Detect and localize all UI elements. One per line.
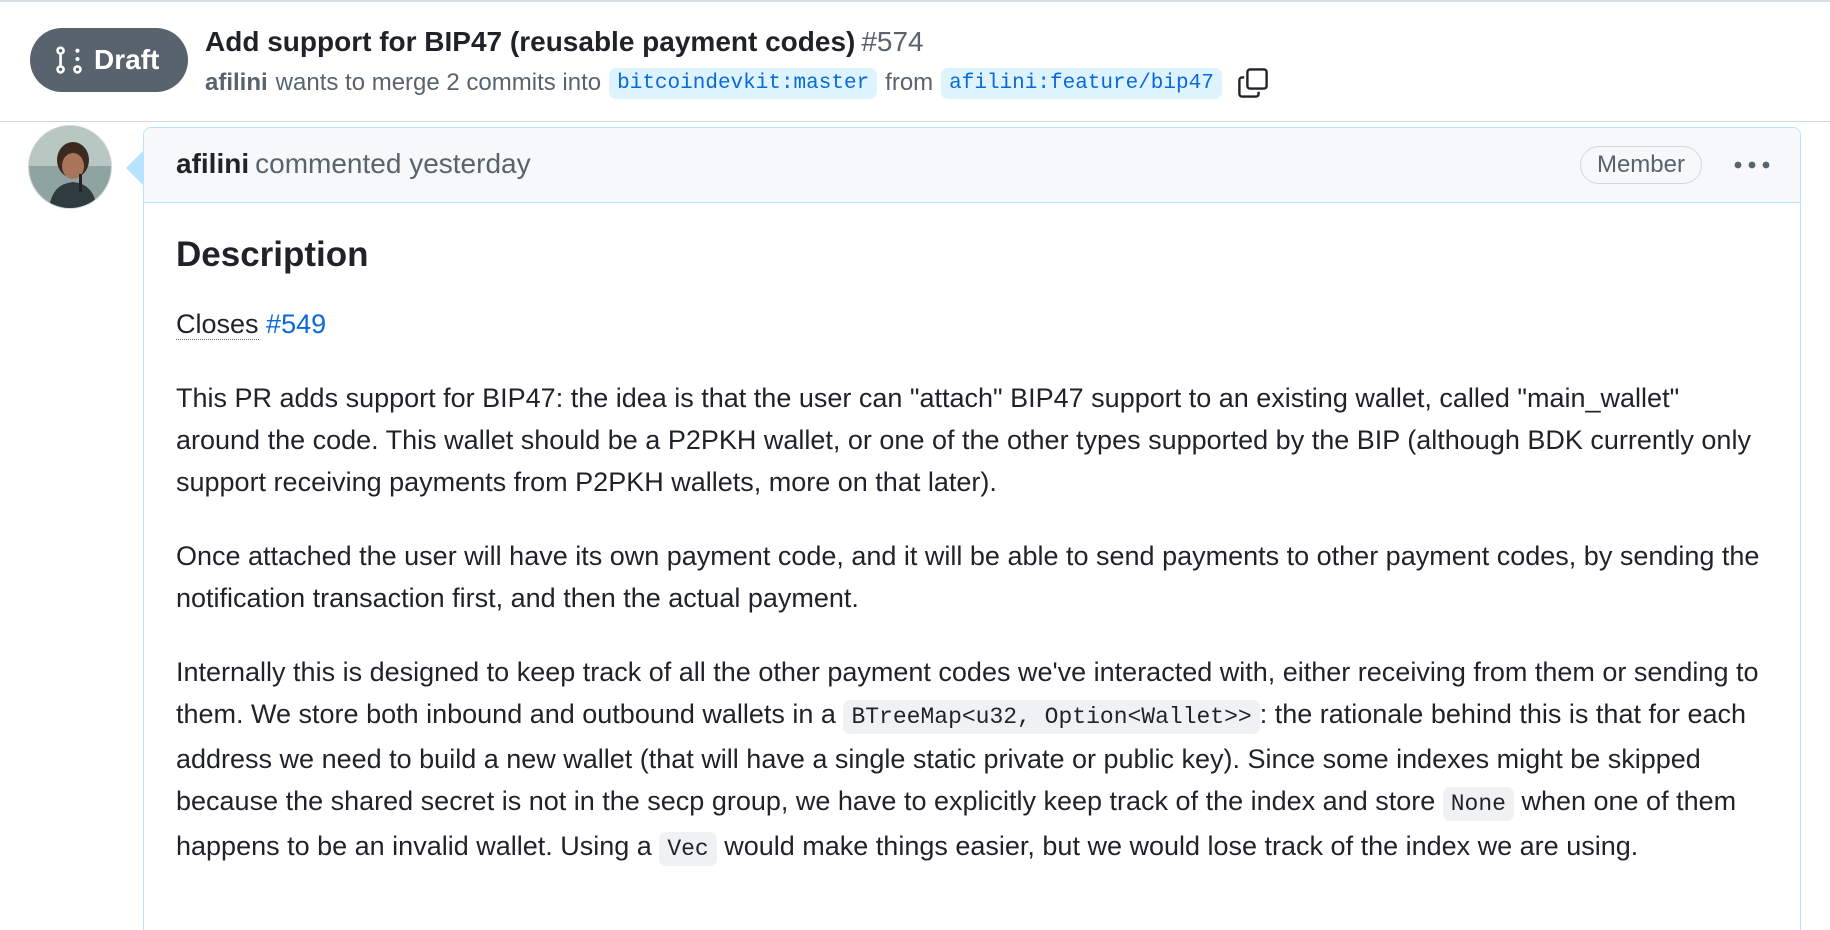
- draft-state-badge: Draft: [30, 28, 188, 92]
- comment-header: afilini commented yesterday Member: [144, 128, 1800, 203]
- pr-author-link[interactable]: afilini: [205, 69, 268, 97]
- comment-options-button[interactable]: [1730, 150, 1774, 180]
- code-none: None: [1442, 787, 1514, 821]
- copy-icon: [1238, 68, 1268, 98]
- merge-text: wants to merge 2 commits into: [275, 69, 602, 96]
- pr-title: Add support for BIP47 (reusable payment …: [205, 26, 856, 57]
- closes-keyword: Closes: [176, 309, 259, 340]
- from-text: from: [885, 69, 934, 96]
- git-pull-request-draft-icon: [56, 46, 82, 74]
- comment-meta: afilini commented yesterday: [176, 148, 531, 180]
- base-branch[interactable]: bitcoindevkit:master: [609, 67, 878, 99]
- comment-box: afilini commented yesterday Member Descri…: [143, 127, 1801, 930]
- copy-branch-button[interactable]: [1236, 66, 1270, 100]
- pr-number: #574: [861, 26, 924, 57]
- paragraph-1: This PR adds support for BIP47: the idea…: [176, 383, 1751, 497]
- pr-header: Draft Add support for BIP47 (reusable pa…: [0, 4, 1830, 122]
- paragraph-3-text-d: would make things easier, but we would l…: [716, 831, 1639, 861]
- member-badge: Member: [1579, 146, 1702, 184]
- state-label: Draft: [94, 44, 160, 75]
- avatar[interactable]: [28, 125, 112, 209]
- head-branch[interactable]: afilini:feature/bip47: [941, 67, 1222, 99]
- comment-author-link[interactable]: afilini: [176, 148, 249, 179]
- pr-title-line: Add support for BIP47 (reusable payment …: [205, 26, 924, 58]
- pr-merge-info: afilini wants to merge 2 commits into bi…: [205, 66, 1270, 100]
- comment-body: Description Closes #549 This PR adds sup…: [144, 203, 1800, 870]
- issue-link[interactable]: #549: [266, 309, 326, 339]
- comment-pointer: [126, 151, 143, 185]
- kebab-horizontal-icon: [1734, 161, 1770, 169]
- closes-line: Closes #549: [176, 303, 1768, 345]
- description-heading: Description: [176, 235, 369, 274]
- code-vec: Vec: [659, 832, 717, 866]
- paragraph-3: Internally this is designed to keep trac…: [176, 651, 1768, 870]
- avatar-image: [29, 126, 111, 208]
- code-btreemap: BTreeMap<u32, Option<Wallet>>: [843, 700, 1260, 734]
- paragraph-2: Once attached the user will have its own…: [176, 541, 1760, 613]
- comment-timestamp[interactable]: commented yesterday: [255, 148, 530, 179]
